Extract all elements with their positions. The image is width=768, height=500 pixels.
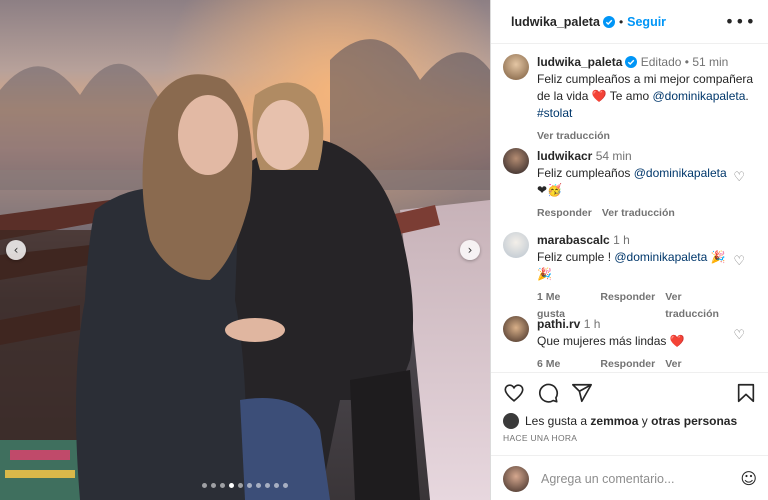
- hashtag-link[interactable]: #stolat: [537, 106, 572, 120]
- likes-summary[interactable]: Les gusta a zemmoa y otras personas: [491, 413, 768, 429]
- caption-time[interactable]: 51 min: [692, 55, 728, 69]
- liker-username[interactable]: zemmoa: [590, 414, 638, 428]
- like-comment-heart-icon[interactable]: ♡: [733, 254, 745, 269]
- comment-input[interactable]: Agrega un comentario...: [541, 472, 674, 486]
- comment-time[interactable]: 1 h: [613, 233, 630, 247]
- author-username[interactable]: ludwika_paleta: [511, 15, 600, 29]
- verified-badge-icon: [602, 15, 615, 28]
- bookmark-icon[interactable]: [735, 382, 757, 404]
- comment-item: ludwikacr 54 min Feliz cumpleaños @domin…: [503, 148, 759, 222]
- carousel-dot: [211, 483, 216, 488]
- like-count[interactable]: 6 Me gusta: [537, 356, 590, 370]
- see-translation-link[interactable]: Ver traducción: [602, 205, 675, 222]
- likes-prefix: Les gusta a: [525, 414, 588, 428]
- carousel-dot: [283, 483, 288, 488]
- carousel-dot: [265, 483, 270, 488]
- post-panel: ludwika_paleta • Seguir ••• ludwika_pale…: [490, 0, 768, 500]
- carousel-dot: [202, 483, 207, 488]
- carousel-dot: [229, 483, 234, 488]
- comment-text: Feliz cumpleaños: [537, 166, 634, 180]
- carousel-prev-button[interactable]: ‹: [6, 240, 26, 260]
- share-icon[interactable]: [571, 382, 593, 404]
- carousel-dot: [220, 483, 225, 488]
- comment-time[interactable]: 54 min: [596, 149, 632, 163]
- comment-username[interactable]: marabascalc: [537, 233, 610, 247]
- comment-text: Feliz cumple !: [537, 250, 615, 264]
- comment-item: pathi.rv 1 h Que mujeres más lindas ❤️ 6…: [503, 316, 759, 370]
- avatar[interactable]: [503, 148, 529, 174]
- caption: ludwika_paleta Editado • 51 min Feliz cu…: [503, 54, 759, 145]
- post-photo[interactable]: ‹ ›: [0, 0, 490, 500]
- separator-dot: •: [684, 55, 689, 69]
- heart-emoji: ❤️: [669, 334, 685, 348]
- mention-link[interactable]: @dominikapaleta: [614, 250, 707, 264]
- carousel-indicator: [0, 483, 490, 488]
- edited-label: Editado: [640, 55, 682, 69]
- carousel-dot: [256, 483, 261, 488]
- likes-middle: y: [641, 414, 648, 428]
- reply-button[interactable]: Responder: [537, 205, 592, 222]
- avatar[interactable]: [503, 316, 529, 342]
- comments-list: ludwika_paleta Editado • 51 min Feliz cu…: [491, 44, 768, 370]
- add-comment-bar: Agrega un comentario... ☺: [491, 455, 768, 500]
- photo-scene: [0, 0, 490, 500]
- liker-avatar: [503, 413, 519, 429]
- follow-button[interactable]: Seguir: [627, 15, 666, 29]
- comment-time[interactable]: 1 h: [584, 317, 601, 331]
- avatar[interactable]: [503, 54, 529, 80]
- emoji-icon[interactable]: ☺: [740, 469, 757, 488]
- mention-link[interactable]: @dominikapaleta: [634, 166, 727, 180]
- like-comment-heart-icon[interactable]: ♡: [733, 328, 745, 343]
- heart-icon[interactable]: [503, 382, 525, 404]
- comment-item: marabascalc 1 h Feliz cumple ! @dominika…: [503, 232, 759, 323]
- current-user-avatar: [503, 465, 529, 492]
- avatar[interactable]: [503, 232, 529, 258]
- post-modal: ‹ › ludwika_paleta • Seguir ••• ludwika_…: [0, 0, 768, 500]
- likes-others[interactable]: otras personas: [651, 414, 737, 428]
- mention-link[interactable]: @dominikapaleta: [652, 89, 745, 103]
- carousel-dot: [274, 483, 279, 488]
- caption-username[interactable]: ludwika_paleta: [537, 55, 622, 69]
- comment-username[interactable]: ludwikacr: [537, 149, 592, 163]
- see-translation-link[interactable]: Ver traducción: [537, 128, 759, 145]
- carousel-next-button[interactable]: ›: [460, 240, 480, 260]
- see-translation-link[interactable]: Ver traducción: [665, 356, 737, 370]
- post-timestamp[interactable]: HACE UNA HORA: [491, 429, 768, 443]
- comment-text: Que mujeres más lindas: [537, 334, 670, 348]
- comment-icon[interactable]: [537, 382, 559, 404]
- more-options-icon[interactable]: •••: [725, 12, 756, 31]
- comment-username[interactable]: pathi.rv: [537, 317, 580, 331]
- carousel-dot: [247, 483, 252, 488]
- caption-text-2: Te amo: [606, 89, 653, 103]
- carousel-dot: [238, 483, 243, 488]
- reply-button[interactable]: Responder: [600, 356, 655, 370]
- verified-badge-icon: [625, 56, 638, 68]
- post-header: ludwika_paleta • Seguir •••: [491, 0, 768, 44]
- post-actions: Les gusta a zemmoa y otras personas HACE…: [491, 372, 768, 500]
- action-icons: [491, 373, 768, 413]
- like-comment-heart-icon[interactable]: ♡: [733, 170, 745, 185]
- heart-emoji: ❤️: [591, 89, 607, 103]
- separator-dot: •: [618, 14, 624, 29]
- caption-period: .: [745, 89, 749, 103]
- comment-emoji: ❤🥳: [537, 183, 562, 197]
